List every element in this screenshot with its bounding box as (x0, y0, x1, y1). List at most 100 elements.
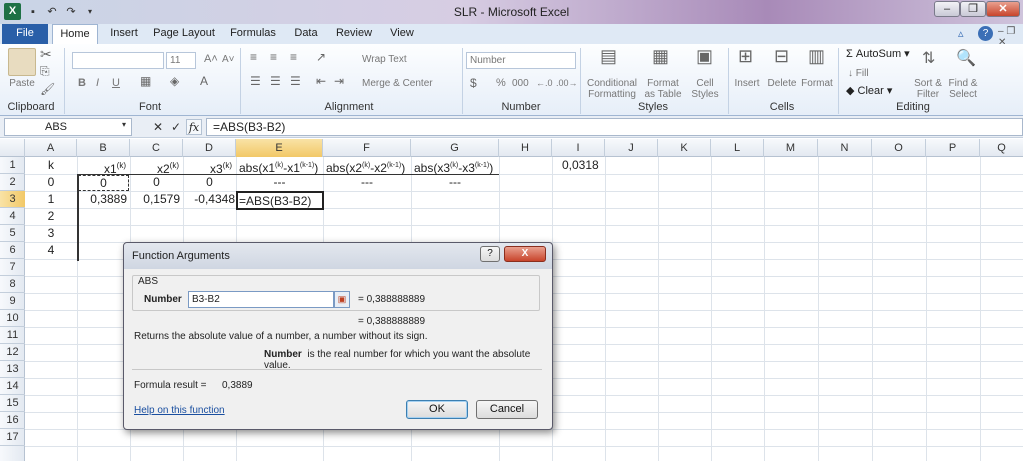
column-header-n[interactable]: N (818, 139, 872, 157)
copy-icon[interactable]: ⎘ (40, 64, 50, 79)
help-on-function-link[interactable]: Help on this function (134, 405, 225, 416)
format-as-table-icon[interactable]: ▦ (652, 46, 669, 67)
outdent-icon[interactable]: ⇥ (334, 74, 344, 88)
cell-a6[interactable]: 4 (25, 242, 77, 259)
cell-c2[interactable]: 0 (130, 174, 183, 191)
italic-button[interactable]: I (96, 78, 99, 89)
column-header-q[interactable]: Q (980, 139, 1023, 157)
cell-e2[interactable]: --- (236, 174, 323, 191)
format-cells-icon[interactable]: ▥ (808, 46, 825, 67)
autosum-button[interactable]: Σ AutoSum ▾ (846, 47, 910, 60)
column-header-a[interactable]: A (25, 139, 77, 157)
align-left-icon[interactable]: ☰ (250, 74, 261, 88)
column-header-m[interactable]: M (764, 139, 818, 157)
row-header-15[interactable]: 15 (0, 395, 25, 412)
cell-d3[interactable]: -0,4348 (183, 191, 236, 208)
tab-review[interactable]: Review (332, 24, 376, 44)
comma-style-icon[interactable]: 000 (512, 78, 529, 89)
conditional-formatting-icon[interactable]: ▤ (600, 46, 617, 67)
row-header-7[interactable]: 7 (0, 259, 25, 276)
row-header-8[interactable]: 8 (0, 276, 25, 293)
cell-f1[interactable]: abs(x2(k)-x2(k-1)) (326, 157, 411, 175)
row-header-5[interactable]: 5 (0, 225, 25, 242)
format-painter-icon[interactable]: 🖌 (40, 82, 55, 96)
insert-cells-button[interactable]: Insert (730, 78, 764, 89)
align-bottom-icon[interactable]: ≡ (290, 50, 297, 64)
tab-home[interactable]: Home (52, 24, 98, 45)
column-header-l[interactable]: L (711, 139, 764, 157)
sort-filter-button[interactable]: Sort & Filter (912, 78, 944, 100)
cell-b2[interactable]: 0 (78, 175, 129, 191)
column-header-i[interactable]: I (552, 139, 605, 157)
tab-file[interactable]: File (2, 24, 48, 44)
bold-button[interactable]: B (78, 78, 86, 89)
number-format-field[interactable]: Number (466, 52, 576, 69)
indent-icon[interactable]: ⇤ (316, 74, 326, 88)
shrink-font-icon[interactable]: A˅ (222, 54, 235, 65)
dialog-title-bar[interactable]: Function Arguments ? X (124, 243, 552, 269)
align-middle-icon[interactable]: ≡ (270, 50, 277, 64)
row-header-1[interactable]: 1 (0, 157, 25, 174)
merge-center-button[interactable]: Merge & Center (362, 78, 433, 89)
column-header-b[interactable]: B (77, 139, 130, 157)
cell-c3[interactable]: 0,1579 (130, 191, 183, 208)
cut-icon[interactable]: ✂ (40, 46, 52, 63)
tab-view[interactable]: View (384, 24, 420, 44)
cell-e1[interactable]: abs(x1(k)-x1(k-1)) (237, 157, 323, 175)
paste-button[interactable]: Paste (4, 78, 40, 89)
column-header-f[interactable]: F (323, 139, 411, 157)
tab-page-layout[interactable]: Page Layout (150, 24, 218, 44)
column-header-g[interactable]: G (411, 139, 499, 157)
dialog-close-button[interactable]: X (504, 246, 546, 262)
find-select-button[interactable]: Find & Select (946, 78, 980, 100)
format-as-table-button[interactable]: Format as Table (640, 78, 686, 100)
ribbon-minimize-icon[interactable]: ▵ (958, 27, 964, 40)
fill-button[interactable]: ↓ Fill (848, 68, 869, 79)
column-header-k[interactable]: K (658, 139, 711, 157)
minimize-button[interactable]: – (934, 1, 960, 17)
cell-a2[interactable]: 0 (25, 174, 77, 191)
cell-c1[interactable]: x2(k) (130, 157, 183, 176)
cell-d1[interactable]: x3(k) (183, 157, 236, 176)
cell-b1[interactable]: x1(k) (77, 157, 130, 176)
cell-i1[interactable]: 0,0318 (562, 157, 605, 174)
row-header-12[interactable]: 12 (0, 344, 25, 361)
column-header-e[interactable]: E (236, 139, 323, 157)
close-window-button[interactable]: ✕ (986, 1, 1020, 17)
clear-button[interactable]: ◆ Clear ▾ (846, 84, 892, 97)
collapse-dialog-icon[interactable]: ▣ (334, 291, 350, 308)
percent-button[interactable]: % (496, 78, 506, 89)
formula-input[interactable]: =ABS(B3-B2) (206, 118, 1023, 136)
column-header-j[interactable]: J (605, 139, 658, 157)
cell-styles-icon[interactable]: ▣ (696, 46, 713, 67)
row-header-3[interactable]: 3 (0, 191, 25, 208)
cell-a4[interactable]: 2 (25, 208, 77, 225)
dialog-help-button[interactable]: ? (480, 246, 500, 262)
cell-g1[interactable]: abs(x3(k)-x3(k-1)) (414, 157, 499, 175)
find-select-icon[interactable]: 🔍 (956, 48, 976, 68)
row-header-13[interactable]: 13 (0, 361, 25, 378)
sort-filter-icon[interactable]: ⇅ (922, 48, 935, 68)
cell-styles-button[interactable]: Cell Styles (686, 78, 724, 100)
tab-insert[interactable]: Insert (104, 24, 144, 44)
row-header-16[interactable]: 16 (0, 412, 25, 429)
increase-decimal-icon[interactable]: ←.0 (536, 78, 553, 89)
cancel-icon[interactable]: ✕ (150, 119, 166, 135)
number-argument-input[interactable]: B3-B2 (188, 291, 334, 308)
select-all-corner[interactable] (0, 139, 25, 157)
delete-cells-button[interactable]: Delete (764, 78, 800, 89)
tab-data[interactable]: Data (288, 24, 324, 44)
delete-cells-icon[interactable]: ⊟ (774, 46, 789, 67)
tab-formulas[interactable]: Formulas (226, 24, 280, 44)
fill-color-icon[interactable]: ◈ (170, 74, 179, 88)
row-header-17[interactable]: 17 (0, 429, 25, 446)
font-color-icon[interactable]: A (200, 74, 208, 88)
align-top-icon[interactable]: ≡ (250, 50, 257, 64)
font-name-field[interactable] (72, 52, 164, 69)
cell-e3[interactable]: =ABS(B3-B2) (236, 191, 324, 210)
column-header-h[interactable]: H (499, 139, 552, 157)
column-header-c[interactable]: C (130, 139, 183, 157)
row-header-2[interactable]: 2 (0, 174, 25, 191)
wrap-text-button[interactable]: Wrap Text (362, 54, 407, 65)
column-header-d[interactable]: D (183, 139, 236, 157)
